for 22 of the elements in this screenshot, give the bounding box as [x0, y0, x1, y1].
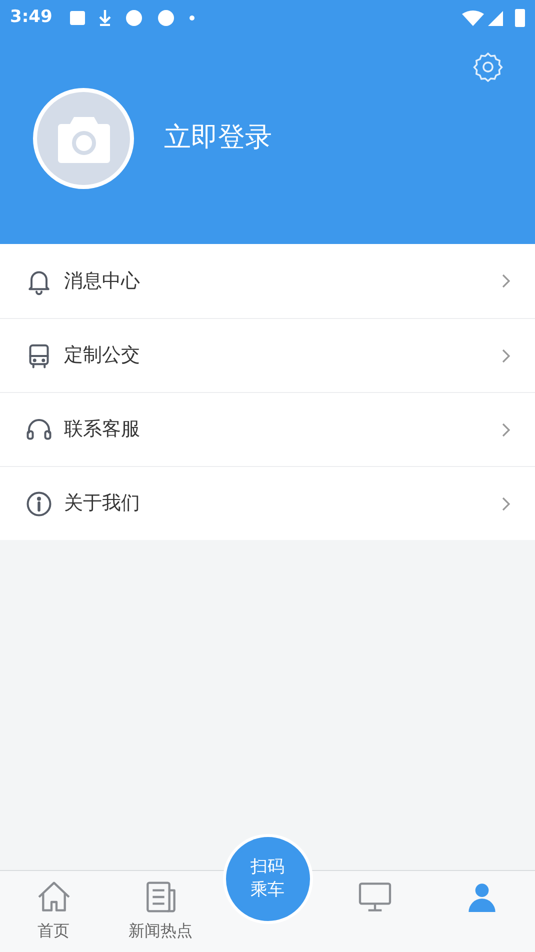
tab[interactable]: 首页 [0, 871, 107, 952]
dot-icon [189, 15, 196, 21]
wifi-icon [462, 10, 484, 26]
menu-item[interactable]: 消息中心 [0, 244, 535, 318]
menu-label: 消息中心 [64, 268, 141, 294]
menu-item[interactable]: 定制公交 [0, 318, 535, 392]
settings-icon [471, 50, 505, 84]
chevron-icon [501, 348, 511, 364]
battery-icon [515, 9, 525, 27]
menu-item[interactable]: 关于我们 [0, 466, 535, 540]
download-icon [99, 10, 112, 26]
menu-label: 关于我们 [64, 491, 141, 516]
tab[interactable]: 新闻热点 [107, 871, 214, 952]
status-time: 3:49 [10, 6, 52, 30]
signal-icon [488, 10, 503, 26]
chevron-icon [501, 273, 511, 289]
chevron-icon [501, 496, 511, 512]
settings-button[interactable] [471, 50, 505, 84]
menu-item[interactable]: 联系客服 [0, 392, 535, 466]
menu-label: 定制公交 [64, 343, 141, 368]
chevron-icon [501, 422, 511, 438]
menu-label: 联系客服 [64, 417, 141, 442]
